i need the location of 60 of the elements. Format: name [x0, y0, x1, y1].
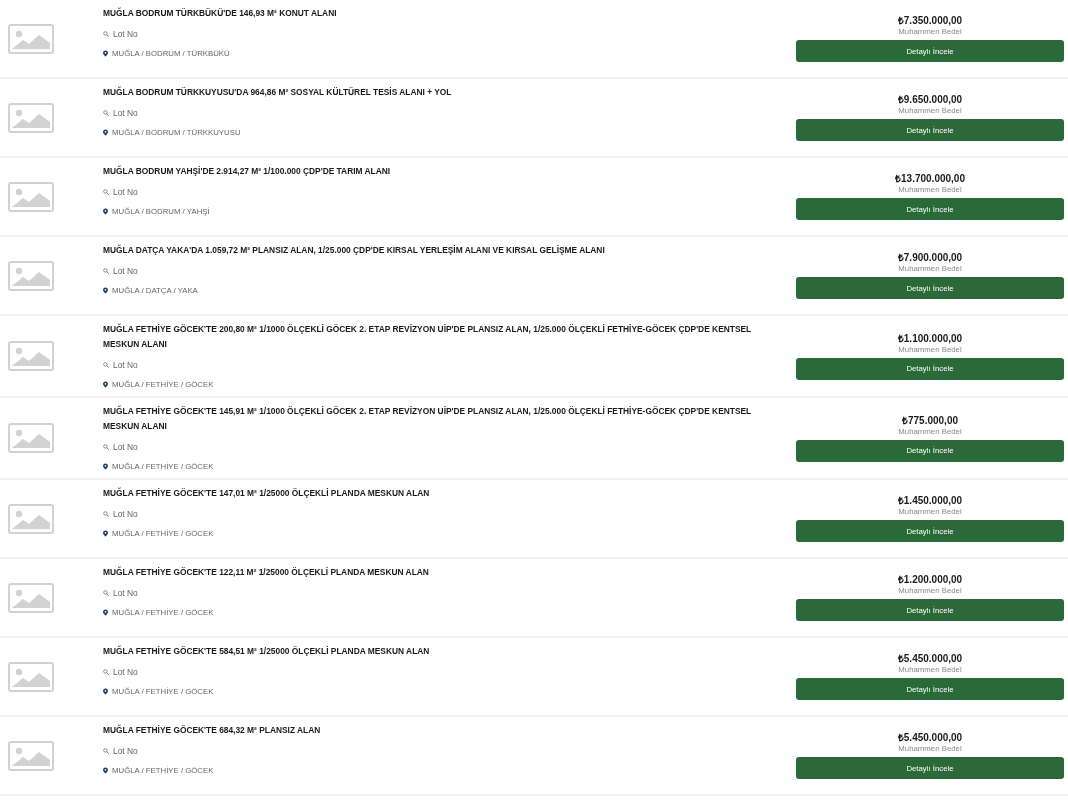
search-icon: [103, 443, 109, 450]
search-icon: [103, 361, 109, 368]
price-text: ₺7.350.000,00: [896, 15, 964, 27]
image-placeholder-icon: [8, 661, 54, 692]
price-text: ₺1.450.000,00: [896, 495, 964, 507]
listing-title: MUĞLA BODRUM YAHŞİ'DE 2.914,27 M² 1/100.000 ÇDP'DE TARIM ALANI: [103, 164, 392, 178]
lot-number-label: Lot No: [113, 441, 138, 452]
lot-number-label: Lot No: [113, 265, 138, 276]
location-pin-icon: [103, 530, 108, 537]
search-icon: [103, 668, 109, 675]
search-icon: [103, 188, 109, 195]
price-text: ₺9.650.000,00: [896, 94, 964, 106]
price-text: ₺775.000,00: [900, 414, 960, 427]
location-pin-icon: [103, 767, 108, 774]
price-text: ₺1.200.000,00: [896, 574, 964, 586]
search-icon: [103, 589, 109, 596]
price-text: ₺13.700.000,00: [894, 173, 966, 185]
search-icon: [103, 510, 109, 517]
location-pin-icon: [103, 208, 108, 215]
image-placeholder-icon: [8, 582, 54, 613]
listing-title: MUĞLA BODRUM TÜRKKUYUSU'DA 964,86 M² SOSYAL KÜLTÜREL TESİS ALANI + YOL: [103, 85, 453, 99]
lot-number-label: Lot No: [113, 587, 138, 598]
image-placeholder-icon: [8, 503, 54, 534]
lot-number-label: Lot No: [113, 186, 138, 197]
location-pin-icon: [103, 129, 108, 136]
listing-title: MUĞLA BODRUM TÜRKBÜKÜ'DE 146,93 M² KONUT ALANI: [103, 6, 338, 20]
lot-number-label: Lot No: [113, 359, 138, 370]
listing-title: MUĞLA FETHİYE GÖCEK'TE 147,01 M² 1/25000 ÖLÇEKLİ PLANDA MESKUN ALAN: [103, 486, 431, 500]
search-icon: [103, 747, 109, 754]
lot-number-label: Lot No: [113, 666, 138, 677]
search-icon: [103, 267, 109, 274]
image-placeholder-icon: [8, 181, 54, 212]
lot-number-label: Lot No: [113, 745, 138, 756]
price-text: ₺7.900.000,00: [896, 252, 964, 264]
price-text: ₺1.100.000,00: [896, 332, 964, 345]
listing-title: MUĞLA FETHİYE GÖCEK'TE 684,32 M² PLANSIZ ALAN: [103, 723, 322, 737]
listing-title: MUĞLA FETHİYE GÖCEK'TE 122,11 M² 1/25000 ÖLÇEKLİ PLANDA MESKUN ALAN: [103, 565, 430, 579]
listing-title: MUĞLA DATÇA YAKA'DA 1.059,72 M² PLANSIZ ALAN, 1/25.000 ÇDP'DE KIRSAL YERLEŞİM ALANI VE KIRSAL GELİŞME ALANI: [103, 243, 606, 257]
image-placeholder-icon: [8, 740, 54, 771]
search-icon: [103, 30, 109, 37]
price-text: ₺5.450.000,00: [896, 653, 964, 665]
location-pin-icon: [103, 50, 108, 57]
price-text: ₺5.450.000,00: [896, 732, 964, 744]
location-pin-icon: [103, 688, 108, 695]
listing-title: MUĞLA FETHİYE GÖCEK'TE 200,80 M² 1/1000 ÖLÇEKLİ GÖCEK 2. ETAP REVİZYON UİP'DE PLANSIZ ALAN, 1/25.000 ÖLÇEKLİ FETHİYE-GÖCEK ÇDP'DE KENTSEL MESKUN ALANI: [103, 322, 753, 351]
lot-number-label: Lot No: [113, 28, 138, 39]
location-pin-icon: [103, 381, 108, 388]
image-placeholder-icon: [8, 23, 54, 54]
location-pin-icon: [103, 287, 108, 294]
lot-number-label: Lot No: [113, 107, 138, 118]
image-placeholder-icon: [8, 423, 54, 453]
location-pin-icon: [103, 463, 108, 470]
search-icon: [103, 109, 109, 116]
listing-title: MUĞLA FETHİYE GÖCEK'TE 145,91 M² 1/1000 ÖLÇEKLİ GÖCEK 2. ETAP REVİZYON UİP'DE PLANSIZ ALAN, 1/25.000 ÖLÇEKLİ FETHİYE-GÖCEK ÇDP'DE KENTSEL MESKUN ALANI: [103, 404, 753, 433]
image-placeholder-icon: [8, 260, 54, 291]
lot-number-label: Lot No: [113, 508, 138, 519]
image-placeholder-icon: [8, 102, 54, 133]
listing-title: MUĞLA FETHİYE GÖCEK'TE 584,51 M² 1/25000 ÖLÇEKLİ PLANDA MESKUN ALAN: [103, 644, 431, 658]
image-placeholder-icon: [8, 341, 54, 371]
location-pin-icon: [103, 609, 108, 616]
